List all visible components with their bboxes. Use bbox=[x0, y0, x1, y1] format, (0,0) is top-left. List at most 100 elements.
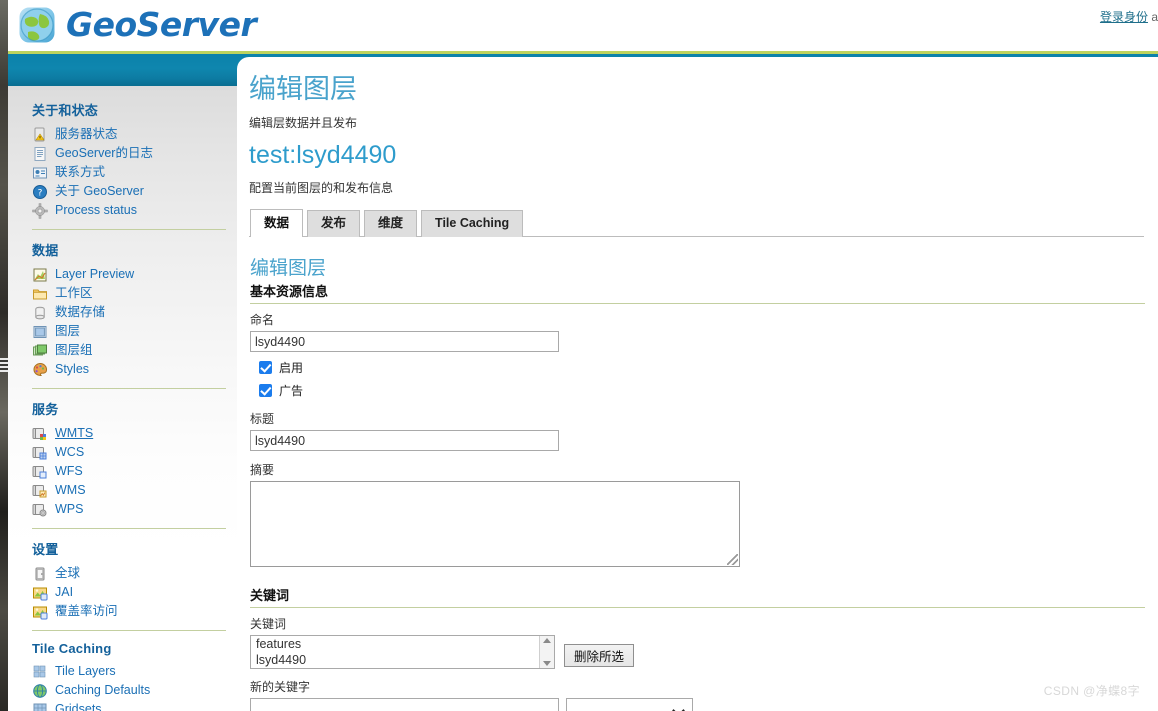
sidebar-item-geoserver-logs[interactable]: GeoServer的日志 bbox=[26, 144, 237, 163]
layer-edit-tabs: 数据 发布 维度 Tile Caching bbox=[249, 209, 1144, 238]
basic-resource-info-heading: 基本资源信息 bbox=[250, 284, 329, 300]
sidebar-item-label: GeoServer的日志 bbox=[55, 146, 153, 160]
globe-icon bbox=[14, 2, 60, 48]
sidebar-item-tile-layers[interactable]: Tile Layers bbox=[26, 662, 237, 681]
sidebar-item-wmts[interactable]: WMTS bbox=[26, 424, 237, 443]
jai-icon bbox=[32, 585, 48, 601]
sidebar-item-layer-groups[interactable]: 图层组 bbox=[26, 341, 237, 360]
keywords-scrollbar[interactable] bbox=[539, 636, 554, 669]
sidebar-item-about-geoserver[interactable]: ? 关于 GeoServer bbox=[26, 182, 237, 201]
new-keyword-input[interactable] bbox=[250, 698, 559, 711]
sidebar-item-wms[interactable]: WMS bbox=[26, 481, 237, 500]
section-divider bbox=[250, 303, 1145, 305]
sidebar-item-jai[interactable]: JAI bbox=[26, 583, 237, 602]
sidebar-section-tile-caching: Tile Caching Tile Layers Caching Default… bbox=[26, 641, 237, 711]
tab-data[interactable]: 数据 bbox=[250, 209, 304, 238]
service-wms-icon bbox=[32, 483, 48, 499]
brand-logo-link[interactable]: GeoServer bbox=[14, 2, 257, 48]
sidebar-item-label: WMS bbox=[55, 483, 86, 497]
remove-selected-button[interactable]: 删除所选 bbox=[564, 644, 635, 668]
tile-layers-icon bbox=[32, 664, 48, 680]
sidebar-item-label: 图层 bbox=[55, 324, 81, 338]
layer-name-heading: test:lsyd4490 bbox=[249, 140, 397, 169]
sidebar-item-label: Styles bbox=[55, 362, 90, 376]
name-input[interactable] bbox=[250, 331, 559, 353]
sidebar-item-global[interactable]: 全球 bbox=[26, 564, 237, 583]
sidebar-divider bbox=[32, 630, 226, 631]
sidebar-item-process-status[interactable]: Process status bbox=[26, 201, 237, 220]
keywords-listbox[interactable]: features lsyd4490 bbox=[250, 635, 555, 670]
sidebar-item-layer-preview[interactable]: Layer Preview bbox=[26, 265, 237, 284]
sidebar-divider bbox=[32, 229, 226, 230]
login-status: 登录身份 a bbox=[1100, 8, 1158, 25]
sidebar-item-label: Tile Layers bbox=[55, 664, 116, 678]
scroll-up-arrow-icon[interactable] bbox=[543, 638, 551, 644]
keywords-field-label: 关键词 bbox=[250, 617, 287, 632]
sidebar-section-title: 设置 bbox=[32, 542, 59, 557]
sidebar-item-label: 服务器状态 bbox=[55, 127, 118, 141]
sidebar-item-wcs[interactable]: WCS bbox=[26, 443, 237, 462]
sidebar-item-gridsets[interactable]: Gridsets bbox=[26, 700, 237, 711]
sidebar-item-label: Process status bbox=[55, 203, 137, 217]
section-divider bbox=[250, 607, 1145, 609]
database-icon bbox=[32, 305, 48, 321]
form-section-heading-blue: 编辑图层 bbox=[250, 258, 327, 280]
tab-publishing[interactable]: 发布 bbox=[307, 210, 361, 238]
sidebar-section-title: 服务 bbox=[32, 402, 59, 417]
advertised-checkbox-label: 广告 bbox=[279, 383, 304, 398]
sidebar-item-wfs[interactable]: WFS bbox=[26, 462, 237, 481]
sidebar-item-caching-defaults[interactable]: Caching Defaults bbox=[26, 681, 237, 700]
caching-defaults-icon bbox=[32, 683, 48, 699]
layer-icon bbox=[32, 324, 48, 340]
page-subtitle: 编辑层数据并且发布 bbox=[249, 115, 358, 130]
sidebar-item-label: WFS bbox=[55, 464, 83, 478]
scroll-down-arrow-icon[interactable] bbox=[543, 661, 551, 667]
sidebar-item-label: Caching Defaults bbox=[55, 683, 151, 697]
top-header-bar: GeoServer 登录身份 a bbox=[0, 0, 1158, 51]
new-keyword-language-select[interactable] bbox=[566, 698, 693, 711]
sidebar-item-label: Layer Preview bbox=[55, 267, 135, 281]
sidebar-item-workspaces[interactable]: 工作区 bbox=[26, 284, 237, 303]
sidebar-item-label: WMTS bbox=[55, 426, 94, 440]
gridsets-icon bbox=[32, 702, 48, 711]
sidebar-item-stores[interactable]: 数据存储 bbox=[26, 303, 237, 322]
sidebar-divider bbox=[32, 528, 226, 529]
login-link[interactable]: 登录身份 bbox=[1100, 10, 1148, 24]
service-wfs-icon bbox=[32, 464, 48, 480]
sidebar-item-coverage-access[interactable]: 覆盖率访问 bbox=[26, 602, 237, 621]
tab-dimensions[interactable]: 维度 bbox=[364, 210, 418, 238]
sidebar-item-label: 全球 bbox=[55, 566, 81, 580]
sidebar-item-contact[interactable]: 联系方式 bbox=[26, 163, 237, 182]
sidebar-item-label: 联系方式 bbox=[55, 165, 106, 179]
sidebar-item-label: 图层组 bbox=[55, 343, 93, 357]
server-status-icon bbox=[32, 127, 48, 143]
title-input[interactable] bbox=[250, 430, 559, 452]
folder-icon bbox=[32, 286, 48, 302]
sidebar-section-settings: 设置 全球 JAI 覆盖率访问 bbox=[26, 539, 237, 621]
abstract-textarea[interactable] bbox=[250, 481, 740, 568]
layer-preview-icon bbox=[32, 267, 48, 283]
sidebar-item-server-status[interactable]: 服务器状态 bbox=[26, 125, 237, 144]
coverage-access-icon bbox=[32, 604, 48, 620]
login-username: a bbox=[1151, 10, 1158, 24]
keyword-option[interactable]: lsyd4490 bbox=[251, 652, 554, 668]
keyword-option[interactable]: features bbox=[251, 636, 554, 652]
advertised-checkbox[interactable] bbox=[259, 383, 272, 397]
service-wcs-icon bbox=[32, 445, 48, 461]
enabled-checkbox[interactable] bbox=[259, 360, 272, 374]
layer-group-icon bbox=[32, 343, 48, 359]
sidebar-section-title: 数据 bbox=[32, 243, 59, 258]
page-title: 编辑图层 bbox=[249, 74, 357, 104]
sidebar-divider bbox=[32, 388, 226, 389]
sidebar-item-layers[interactable]: 图层 bbox=[26, 322, 237, 341]
enabled-checkbox-row[interactable]: 启用 bbox=[259, 359, 1158, 375]
tab-tile-caching[interactable]: Tile Caching bbox=[421, 210, 524, 238]
layer-subtitle: 配置当前图层的和发布信息 bbox=[249, 181, 394, 196]
main-content-panel: 编辑图层 编辑层数据并且发布 test:lsyd4490 配置当前图层的和发布信… bbox=[237, 57, 1158, 711]
sidebar-item-styles[interactable]: Styles bbox=[26, 360, 237, 379]
sidebar-section-title: Tile Caching bbox=[32, 641, 112, 656]
sidebar-item-label: 覆盖率访问 bbox=[55, 604, 118, 618]
sidebar-item-wps[interactable]: WPS bbox=[26, 500, 237, 519]
sidebar-section-services: 服务 WMTS WCS WFS WMS WPS bbox=[26, 399, 237, 519]
advertised-checkbox-row[interactable]: 广告 bbox=[259, 382, 1158, 398]
